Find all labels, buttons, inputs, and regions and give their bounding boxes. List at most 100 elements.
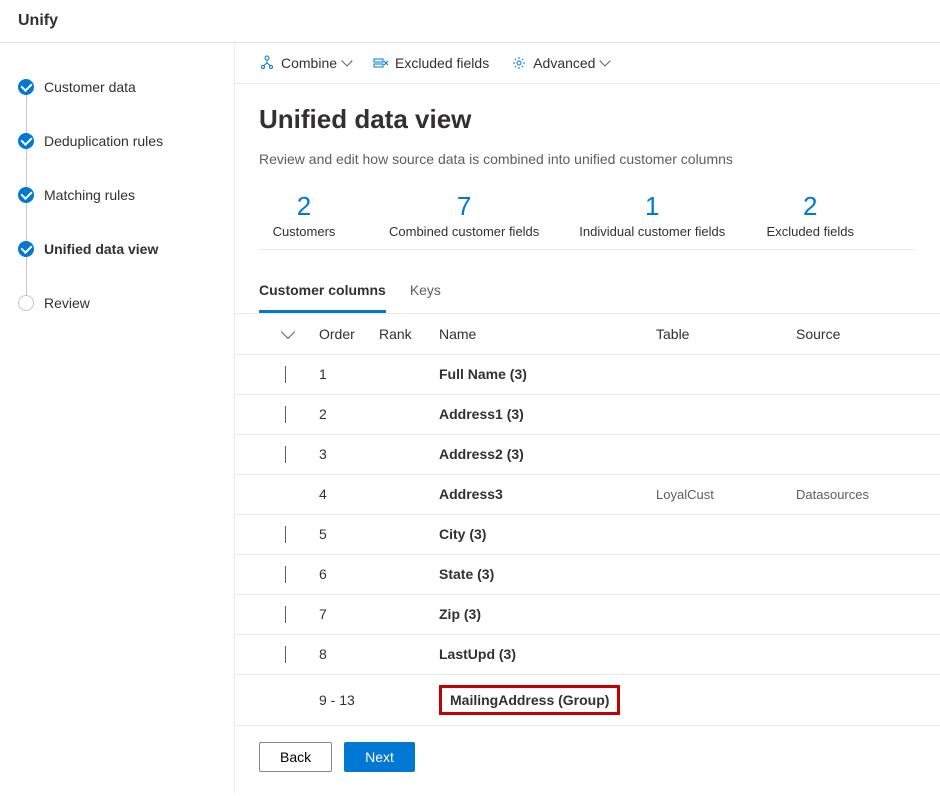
sidebar: Customer data Deduplication rules Matchi… (0, 43, 235, 793)
order-cell: 9 - 13 (319, 692, 379, 708)
stat-excluded-fields: 2 Excluded fields (765, 191, 855, 241)
collapse-all-icon[interactable] (281, 325, 295, 339)
table-row[interactable]: 7Zip (3) (235, 595, 940, 635)
step-done-icon (18, 133, 34, 149)
expand-icon[interactable] (285, 366, 286, 383)
tabs: Customer columns Keys (235, 270, 940, 314)
name-cell: Address3 (439, 486, 656, 502)
table-row[interactable]: 2 Address1 (3) (235, 395, 940, 435)
step-done-icon (18, 241, 34, 257)
expand-icon[interactable] (285, 446, 286, 463)
excluded-fields-button[interactable]: Excluded fields (373, 55, 489, 71)
step-list: Customer data Deduplication rules Matchi… (18, 67, 218, 323)
tab-keys[interactable]: Keys (410, 270, 441, 313)
chevron-down-icon (600, 55, 611, 66)
tab-customer-columns[interactable]: Customer columns (259, 270, 386, 313)
content: Unified data view Review and edit how so… (235, 84, 940, 258)
col-name[interactable]: Name (439, 326, 656, 342)
back-button[interactable]: Back (259, 742, 332, 772)
stat-value: 2 (259, 191, 349, 222)
expand-cell (259, 606, 319, 622)
step-done-icon (18, 187, 34, 203)
stat-label: Customers (259, 224, 349, 241)
step-review[interactable]: Review (18, 283, 218, 323)
excluded-label: Excluded fields (395, 55, 489, 71)
stat-label: Excluded fields (765, 224, 855, 241)
step-customer-data[interactable]: Customer data (18, 67, 218, 107)
toolbar: Combine Excluded fields Advanced (235, 43, 940, 84)
stat-individual-fields: 1 Individual customer fields (579, 191, 725, 241)
advanced-label: Advanced (533, 55, 595, 71)
table-row[interactable]: 5 City (3) (235, 515, 940, 555)
step-matching-rules[interactable]: Matching rules (18, 175, 218, 215)
combine-icon (259, 55, 275, 71)
grid-body: 1 Full Name (3) 2 Address1 (3) 3 Address2 (3)… (235, 355, 940, 726)
step-label: Unified data view (44, 241, 158, 257)
col-rank[interactable]: Rank (379, 326, 439, 342)
expand-icon[interactable] (285, 646, 286, 663)
advanced-menu[interactable]: Advanced (511, 55, 609, 71)
expand-cell (259, 566, 319, 582)
table-row[interactable]: 8LastUpd (3) (235, 635, 940, 675)
grid: Order Rank Name Table Source 1 Full Name … (235, 314, 940, 726)
stat-customers: 2 Customers (259, 191, 349, 241)
name-cell: Zip (3) (439, 606, 656, 622)
expand-cell (259, 406, 319, 422)
grid-header: Order Rank Name Table Source (235, 314, 940, 355)
page-title: Unified data view (259, 104, 916, 135)
col-order[interactable]: Order (319, 326, 379, 342)
name-cell: State (3) (439, 566, 656, 582)
stats-row: 2 Customers 7 Combined customer fields 1… (259, 191, 916, 250)
stat-value: 1 (579, 191, 725, 222)
stat-value: 2 (765, 191, 855, 222)
name-cell: Address1 (3) (439, 406, 656, 422)
app-title: Unify (18, 12, 58, 29)
table-row[interactable]: 1 Full Name (3) (235, 355, 940, 395)
order-cell: 2 (319, 406, 379, 422)
table-cell: LoyalCust (656, 487, 796, 502)
stat-combined-fields: 7 Combined customer fields (389, 191, 539, 241)
source-cell: Datasources (796, 487, 916, 502)
col-source[interactable]: Source (796, 326, 916, 342)
expand-cell (259, 526, 319, 542)
gear-icon (511, 55, 527, 71)
name-cell: City (3) (439, 526, 656, 542)
col-table[interactable]: Table (656, 326, 796, 342)
order-cell: 3 (319, 446, 379, 462)
step-label: Review (44, 295, 90, 311)
table-row[interactable]: 6State (3) (235, 555, 940, 595)
step-label: Customer data (44, 79, 136, 95)
combine-label: Combine (281, 55, 337, 71)
expand-icon[interactable] (285, 526, 286, 543)
highlighted-name: MailingAddress (Group) (439, 685, 620, 715)
order-cell: 4 (319, 486, 379, 502)
excluded-icon (373, 55, 389, 71)
table-row[interactable]: 4 Address3LoyalCustDatasources (235, 475, 940, 515)
order-cell: 1 (319, 366, 379, 382)
stat-label: Individual customer fields (579, 224, 725, 241)
step-unified-data-view[interactable]: Unified data view (18, 229, 218, 269)
app-header: Unify (0, 0, 940, 43)
name-cell: Full Name (3) (439, 366, 656, 382)
expand-icon[interactable] (285, 406, 286, 423)
name-cell: MailingAddress (Group) (439, 685, 656, 715)
next-button[interactable]: Next (344, 742, 415, 772)
container: Customer data Deduplication rules Matchi… (0, 43, 940, 796)
order-cell: 8 (319, 646, 379, 662)
table-row[interactable]: 9 - 13 MailingAddress (Group) (235, 675, 940, 726)
order-cell: 5 (319, 526, 379, 542)
stat-value: 7 (389, 191, 539, 222)
expand-cell (259, 366, 319, 382)
step-label: Deduplication rules (44, 133, 163, 149)
step-dedup-rules[interactable]: Deduplication rules (18, 121, 218, 161)
expand-icon[interactable] (285, 606, 286, 623)
combine-menu[interactable]: Combine (259, 55, 351, 71)
expand-cell (259, 446, 319, 462)
table-row[interactable]: 3 Address2 (3) (235, 435, 940, 475)
name-cell: Address2 (3) (439, 446, 656, 462)
step-label: Matching rules (44, 187, 135, 203)
expand-icon[interactable] (285, 566, 286, 583)
step-done-icon (18, 79, 34, 95)
step-pending-icon (18, 295, 34, 311)
main: Combine Excluded fields Advanced Unified… (235, 43, 940, 796)
